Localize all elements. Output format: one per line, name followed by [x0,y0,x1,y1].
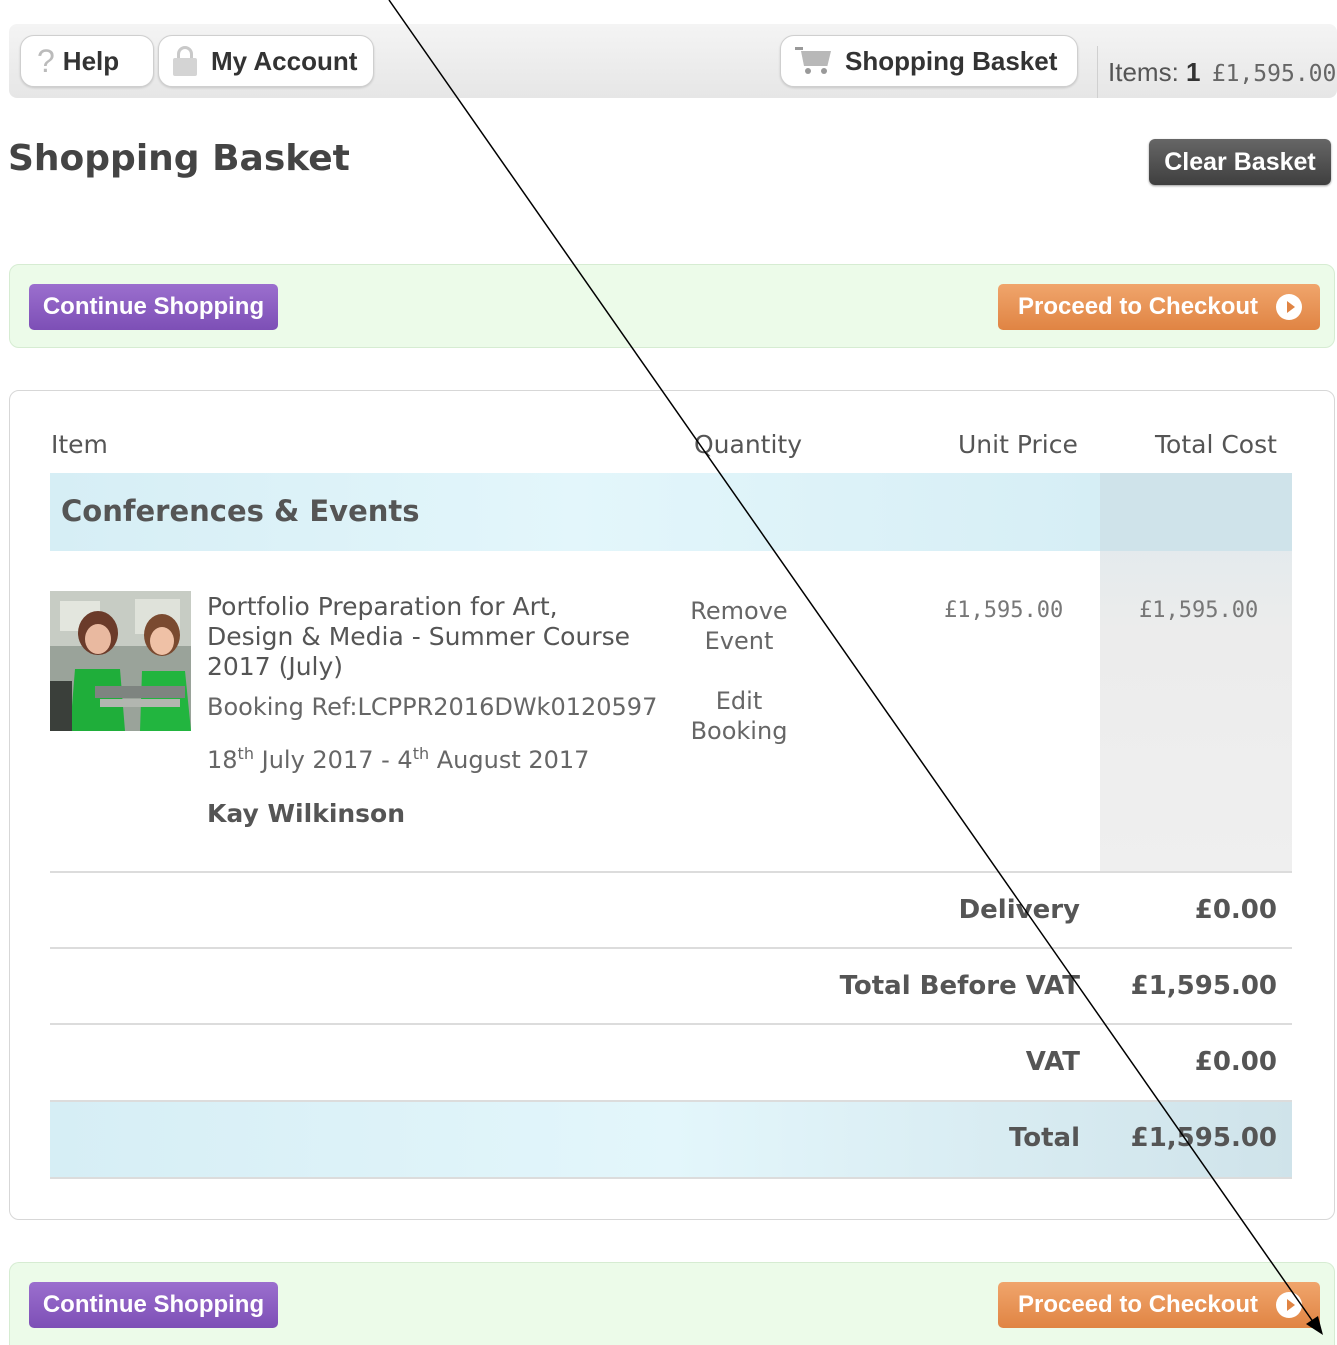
remove-event-link[interactable]: Remove Event [684,596,794,656]
question-icon: ? [37,42,55,79]
proceed-to-checkout-label: Proceed to Checkout [1018,293,1259,320]
proceed-to-checkout-button[interactable]: Proceed to Checkout [998,284,1320,330]
shopping-basket-label: Shopping Basket [845,45,1058,76]
total-label: Total [1008,1123,1080,1153]
event-thumbnail [50,591,191,731]
action-bar-bottom: Continue Shopping Proceed to Checkout [9,1262,1335,1345]
action-bar-top: Continue Shopping Proceed to Checkout [9,264,1335,348]
event-title[interactable]: Portfolio Preparation for Art, Design & … [207,592,647,682]
header-total-cost: Total Cost [1155,430,1277,459]
page-title: Shopping Basket [8,138,350,179]
date-end-month: August 2017 [436,746,590,774]
booking-ref: Booking Ref:LCPPR2016DWk0120597 [207,693,658,721]
cart-icon [795,47,833,75]
arrow-right-icon [1276,294,1302,320]
shopping-basket-button[interactable]: Shopping Basket [780,35,1078,87]
header-unit-price: Unit Price [958,430,1078,459]
row-separator [50,1023,1292,1025]
basket-summary: Items: 1 £1,595.00 [1097,46,1336,98]
clear-basket-button[interactable]: Clear Basket [1149,139,1331,185]
row-separator [50,871,1292,873]
total-value: £1,595.00 [1130,1123,1277,1153]
header-quantity: Quantity [694,430,803,459]
unit-price: £1,595.00 [944,598,1064,623]
proceed-to-checkout-label: Proceed to Checkout [1018,1291,1259,1318]
delivery-label: Delivery [958,895,1080,925]
continue-shopping-button[interactable]: Continue Shopping [29,1282,278,1328]
date-end-suffix: th [412,744,430,763]
help-label: Help [62,45,120,76]
event-dates: 18th July 2017 - 4th August 2017 [207,744,589,774]
item-total-cost: £1,595.00 [1139,598,1259,623]
items-count: 1 [1186,57,1201,87]
total-row [50,1102,1292,1178]
continue-shopping-button[interactable]: Continue Shopping [29,284,278,330]
edit-booking-link[interactable]: Edit Booking [684,686,794,746]
proceed-to-checkout-button[interactable]: Proceed to Checkout [998,1282,1320,1328]
total-before-vat-value: £1,595.00 [1130,971,1277,1001]
date-start-suffix: th [237,744,254,763]
date-start-month: July 2017 - [261,746,390,774]
date-end-day: 4 [397,746,413,774]
section-row-total-cell [1100,473,1292,551]
row-separator [50,1177,1292,1179]
top-bar: ? Help My Account Shopping Basket Items:… [9,24,1337,98]
my-account-label: My Account [211,45,358,76]
my-account-button[interactable]: My Account [158,35,374,87]
delivery-value: £0.00 [1194,895,1277,925]
attendee-name: Kay Wilkinson [207,799,406,828]
total-before-vat-label: Total Before VAT [839,971,1080,1001]
header-item: Item [51,430,108,459]
help-button[interactable]: ? Help [20,35,154,87]
lock-icon [173,46,197,76]
section-title: Conferences & Events [61,494,420,528]
date-start-day: 18 [207,746,238,774]
row-separator [50,947,1292,949]
vat-label: VAT [1025,1047,1080,1077]
items-label: Items: [1108,57,1179,87]
row-separator [50,1100,1292,1102]
arrow-right-icon [1276,1292,1302,1318]
basket-total: £1,595.00 [1211,61,1337,87]
vat-value: £0.00 [1194,1047,1277,1077]
